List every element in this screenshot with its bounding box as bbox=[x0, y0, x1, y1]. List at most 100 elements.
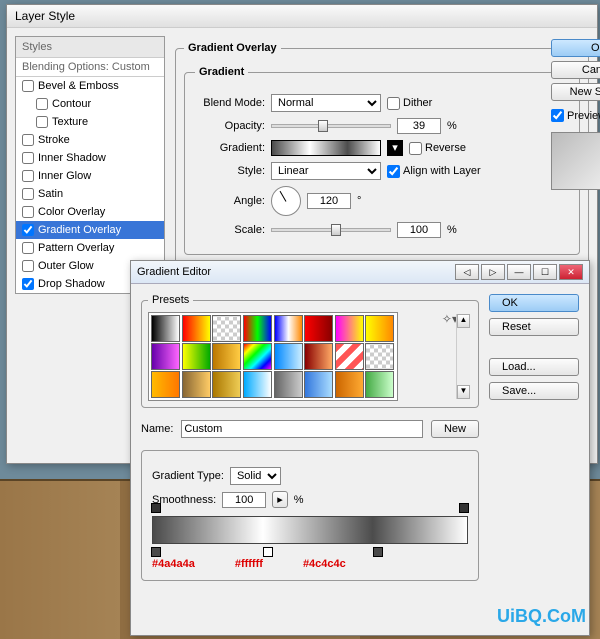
style-item-gradient-overlay[interactable]: Gradient Overlay bbox=[16, 221, 164, 239]
smooth-label: Smoothness: bbox=[152, 494, 216, 506]
preset-swatch[interactable] bbox=[212, 371, 241, 398]
preset-swatch[interactable] bbox=[304, 343, 333, 370]
preset-swatch[interactable] bbox=[304, 371, 333, 398]
new-button[interactable]: New bbox=[431, 420, 479, 438]
style-item-bevel-emboss[interactable]: Bevel & Emboss bbox=[16, 77, 164, 95]
preset-swatch[interactable] bbox=[274, 371, 303, 398]
uibq-watermark: UiBQ.CoM bbox=[497, 606, 586, 627]
preset-swatch[interactable] bbox=[274, 343, 303, 370]
preset-swatch[interactable] bbox=[212, 315, 241, 342]
preset-swatch[interactable] bbox=[335, 315, 364, 342]
gradient-dropdown[interactable]: ▾ bbox=[387, 140, 403, 156]
preset-swatch[interactable] bbox=[243, 315, 272, 342]
color-stop[interactable] bbox=[151, 547, 161, 557]
preset-swatch[interactable] bbox=[335, 371, 364, 398]
gradtype-label: Gradient Type: bbox=[152, 470, 224, 482]
cancel-button[interactable]: Cancel bbox=[551, 61, 600, 79]
style-item-satin[interactable]: Satin bbox=[16, 185, 164, 203]
opacity-input[interactable] bbox=[397, 118, 441, 134]
name-input[interactable] bbox=[181, 420, 423, 438]
ged-load-button[interactable]: Load... bbox=[489, 358, 579, 376]
reverse-label: Reverse bbox=[425, 142, 466, 154]
style-checkbox[interactable] bbox=[22, 224, 34, 236]
name-label: Name: bbox=[141, 423, 173, 435]
preset-scrollbar[interactable]: ▲▼ bbox=[456, 314, 470, 399]
gradient-overlay-group: Gradient Overlay Gradient Blend Mode: No… bbox=[175, 42, 589, 294]
preset-swatch[interactable] bbox=[182, 315, 211, 342]
style-select[interactable]: Linear bbox=[271, 162, 381, 180]
styles-header[interactable]: Styles bbox=[16, 37, 164, 58]
scale-label: Scale: bbox=[195, 224, 265, 236]
color-stop[interactable] bbox=[373, 547, 383, 557]
ged-title[interactable]: Gradient Editor bbox=[137, 266, 211, 278]
nav-fwd-icon[interactable]: ▷ bbox=[481, 264, 505, 280]
ok-button[interactable]: OK bbox=[551, 39, 600, 57]
minimize-icon[interactable]: — bbox=[507, 264, 531, 280]
style-checkbox[interactable] bbox=[22, 80, 34, 92]
ged-save-button[interactable]: Save... bbox=[489, 382, 579, 400]
opacity-slider[interactable] bbox=[271, 124, 391, 128]
style-checkbox[interactable] bbox=[22, 134, 34, 146]
gradient-bar[interactable] bbox=[152, 516, 468, 544]
style-checkbox[interactable] bbox=[22, 260, 34, 272]
maximize-icon[interactable]: ☐ bbox=[533, 264, 557, 280]
style-checkbox[interactable] bbox=[22, 242, 34, 254]
scale-slider[interactable] bbox=[271, 228, 391, 232]
layer-style-title[interactable]: Layer Style bbox=[7, 5, 597, 28]
angle-wheel[interactable] bbox=[271, 186, 301, 216]
preset-swatch[interactable] bbox=[274, 315, 303, 342]
style-checkbox[interactable] bbox=[22, 170, 34, 182]
style-label: Style: bbox=[195, 165, 265, 177]
scale-input[interactable] bbox=[397, 222, 441, 238]
preset-swatch[interactable] bbox=[212, 343, 241, 370]
style-item-contour[interactable]: Contour bbox=[16, 95, 164, 113]
nav-back-icon[interactable]: ◁ bbox=[455, 264, 479, 280]
preset-swatch[interactable] bbox=[365, 343, 394, 370]
style-item-texture[interactable]: Texture bbox=[16, 113, 164, 131]
smooth-input[interactable] bbox=[222, 492, 266, 508]
preset-swatch[interactable] bbox=[365, 315, 394, 342]
preset-swatch[interactable] bbox=[182, 371, 211, 398]
preset-swatch[interactable] bbox=[151, 371, 180, 398]
reverse-checkbox[interactable] bbox=[409, 142, 422, 155]
style-checkbox[interactable] bbox=[22, 278, 34, 290]
style-checkbox[interactable] bbox=[22, 152, 34, 164]
style-item-pattern-overlay[interactable]: Pattern Overlay bbox=[16, 239, 164, 257]
opacity-stop[interactable] bbox=[151, 503, 161, 513]
blending-options[interactable]: Blending Options: Custom bbox=[16, 58, 164, 77]
preset-swatch[interactable] bbox=[304, 315, 333, 342]
ged-ok-button[interactable]: OK bbox=[489, 294, 579, 312]
ged-reset-button[interactable]: Reset bbox=[489, 318, 579, 336]
gradient-label: Gradient: bbox=[195, 142, 265, 154]
style-item-inner-shadow[interactable]: Inner Shadow bbox=[16, 149, 164, 167]
style-checkbox[interactable] bbox=[22, 188, 34, 200]
preset-swatch[interactable] bbox=[151, 315, 180, 342]
style-checkbox[interactable] bbox=[22, 206, 34, 218]
align-checkbox[interactable] bbox=[387, 165, 400, 178]
dither-checkbox[interactable] bbox=[387, 97, 400, 110]
go-sublegend: Gradient bbox=[195, 66, 248, 78]
close-icon[interactable]: ✕ bbox=[559, 264, 583, 280]
preset-swatch[interactable] bbox=[243, 343, 272, 370]
preset-swatch[interactable] bbox=[243, 371, 272, 398]
style-checkbox[interactable] bbox=[36, 98, 48, 110]
smooth-stepper[interactable]: ▸ bbox=[272, 491, 288, 508]
new-style-button[interactable]: New Style... bbox=[551, 83, 600, 101]
angle-input[interactable] bbox=[307, 193, 351, 209]
preset-swatch[interactable] bbox=[182, 343, 211, 370]
preview-checkbox[interactable] bbox=[551, 109, 564, 122]
preset-swatch[interactable] bbox=[151, 343, 180, 370]
style-item-inner-glow[interactable]: Inner Glow bbox=[16, 167, 164, 185]
hex3: #4c4c4c bbox=[303, 558, 346, 570]
blendmode-select[interactable]: Normal bbox=[271, 94, 381, 112]
presets-label: Presets bbox=[148, 294, 193, 306]
style-item-color-overlay[interactable]: Color Overlay bbox=[16, 203, 164, 221]
gradtype-select[interactable]: Solid bbox=[230, 467, 281, 485]
style-item-stroke[interactable]: Stroke bbox=[16, 131, 164, 149]
gradient-preview[interactable] bbox=[271, 140, 381, 156]
style-checkbox[interactable] bbox=[36, 116, 48, 128]
color-stop[interactable] bbox=[263, 547, 273, 557]
opacity-stop[interactable] bbox=[459, 503, 469, 513]
preset-swatch[interactable] bbox=[335, 343, 364, 370]
preset-swatch[interactable] bbox=[365, 371, 394, 398]
